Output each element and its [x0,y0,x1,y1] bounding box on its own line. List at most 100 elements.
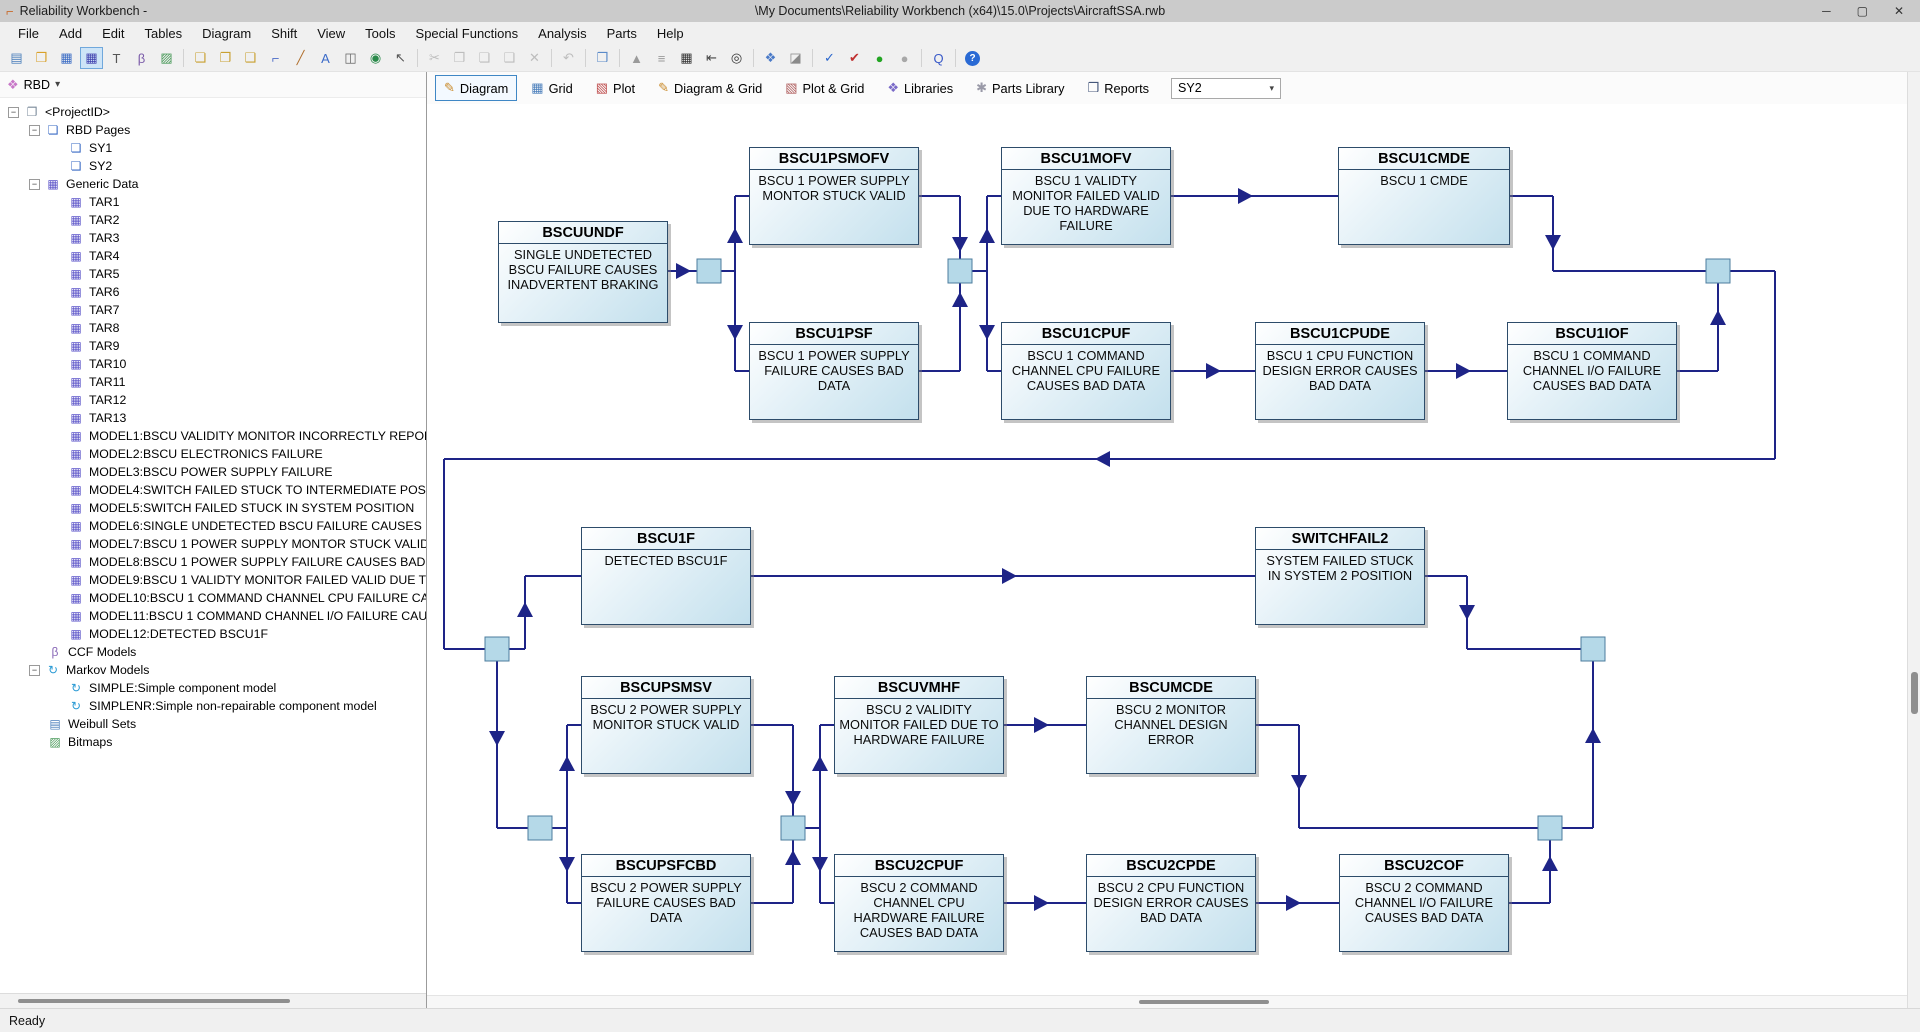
junction-node[interactable] [1538,816,1562,840]
tree-horizontal-scrollbar[interactable] [0,993,426,1008]
tree-item-bitmaps[interactable]: ▨Bitmaps [0,733,426,751]
diagram-block-bscu1cpuf[interactable]: BSCU1CPUFBSCU 1 COMMAND CHANNEL CPU FAIL… [1001,322,1171,420]
menu-item-add[interactable]: Add [49,24,92,43]
tree-item-generic-data[interactable]: −▦Generic Data [0,175,426,193]
ccf-tool-icon[interactable]: β [130,47,153,69]
tree-item-model10[interactable]: ▦MODEL10:BSCU 1 COMMAND CHANNEL CPU FAIL… [0,589,426,607]
menu-item-parts[interactable]: Parts [597,24,647,43]
diagram-block-bscu2cpuf[interactable]: BSCU2CPUFBSCU 2 COMMAND CHANNEL CPU HARD… [834,854,1004,952]
tab-grid[interactable]: ▦Grid [522,75,581,101]
menu-item-tables[interactable]: Tables [135,24,193,43]
duplicate-page-icon[interactable]: ❒ [591,47,614,69]
tree-item-tar13[interactable]: ▦TAR13 [0,409,426,427]
diagram-block-bscu1mofv[interactable]: BSCU1MOFVBSCU 1 VALIDTY MONITOR FAILED V… [1001,147,1171,245]
diagram-block-bscuundf[interactable]: BSCUUNDFSINGLE UNDETECTED BSCU FAILURE C… [498,221,668,323]
tree-item-model3[interactable]: ▦MODEL3:BSCU POWER SUPPLY FAILURE [0,463,426,481]
diagram-canvas[interactable]: BSCUUNDFSINGLE UNDETECTED BSCU FAILURE C… [427,104,1907,1008]
hyperlink-icon[interactable]: ◉ [364,47,387,69]
import-page-icon[interactable]: ❏ [189,47,212,69]
menu-item-tools[interactable]: Tools [355,24,405,43]
tree-item-tar11[interactable]: ▦TAR11 [0,373,426,391]
tree-expander[interactable]: − [29,179,40,190]
tree-item-tar3[interactable]: ▦TAR3 [0,229,426,247]
find-icon[interactable]: ◎ [725,47,748,69]
tab-parts-library[interactable]: ✱Parts Library [967,75,1073,101]
raise-icon[interactable]: ▲ [625,47,648,69]
undo-icon[interactable]: ↶ [557,47,580,69]
chevron-down-icon[interactable]: ▾ [55,79,60,90]
tree-item-tar7[interactable]: ▦TAR7 [0,301,426,319]
diagram-block-switchfail2[interactable]: SWITCHFAIL2SYSTEM FAILED STUCK IN SYSTEM… [1255,527,1425,625]
close-button[interactable]: ✕ [1894,4,1904,18]
diagram-block-bscu1f[interactable]: BSCU1FDETECTED BSCU1F [581,527,751,625]
tree-item-model12[interactable]: ▦MODEL12:DETECTED BSCU1F [0,625,426,643]
diagram-block-bscuvmhf[interactable]: BSCUVMHFBSCU 2 VALIDITY MONITOR FAILED D… [834,676,1004,774]
tree-item-model1[interactable]: ▦MODEL1:BSCU VALIDITY MONITOR INCORRECTL… [0,427,426,445]
copy-icon[interactable]: ❐ [448,47,471,69]
diagram-block-bscu1psf[interactable]: BSCU1PSFBSCU 1 POWER SUPPLY FAILURE CAUS… [749,322,919,420]
menu-item-file[interactable]: File [8,24,49,43]
tree-item-ccf-models[interactable]: βCCF Models [0,643,426,661]
tab-diagram-grid[interactable]: ✎Diagram & Grid [649,75,771,101]
diagram-block-bscupsmsv[interactable]: BSCUPSMSVBSCU 2 POWER SUPPLY MONITOR STU… [581,676,751,774]
copy-page-icon[interactable]: ❐ [214,47,237,69]
diagram-block-bscu1cpude[interactable]: BSCU1CPUDEBSCU 1 CPU FUNCTION DESIGN ERR… [1255,322,1425,420]
annotate-icon[interactable]: A [314,47,337,69]
query-icon[interactable]: Q [927,47,950,69]
block-properties-icon[interactable]: ❖ [759,47,782,69]
tree-item-model9[interactable]: ▦MODEL9:BSCU 1 VALIDTY MONITOR FAILED VA… [0,571,426,589]
diagram-block-bscu1iof[interactable]: BSCU1IOFBSCU 1 COMMAND CHANNEL I/O FAILU… [1507,322,1677,420]
diagram-block-bscupsfcbd[interactable]: BSCUPSFCBDBSCU 2 POWER SUPPLY FAILURE CA… [581,854,751,952]
tree-item-sy1[interactable]: ❏SY1 [0,139,426,157]
menu-item-analysis[interactable]: Analysis [528,24,596,43]
junction-node[interactable] [528,816,552,840]
tree-item-model11[interactable]: ▦MODEL11:BSCU 1 COMMAND CHANNEL I/O FAIL… [0,607,426,625]
tree-item-tar1[interactable]: ▦TAR1 [0,193,426,211]
diagram-horizontal-scrollbar[interactable] [427,995,1907,1008]
paste-icon[interactable]: ❏ [473,47,496,69]
menu-item-edit[interactable]: Edit [92,24,134,43]
tree-item-tar5[interactable]: ▦TAR5 [0,265,426,283]
tree-item-tar8[interactable]: ▦TAR8 [0,319,426,337]
diagram-block-bscumcde[interactable]: BSCUMCDEBSCU 2 MONITOR CHANNEL DESIGN ER… [1086,676,1256,774]
tree-mode-selector[interactable]: RBD [24,78,50,92]
align-icon[interactable]: ≡ [650,47,673,69]
junction-node[interactable] [1706,259,1730,283]
tree-item-sy2[interactable]: ❏SY2 [0,157,426,175]
tab-libraries[interactable]: ❖Libraries [878,75,962,101]
junction-node[interactable] [781,816,805,840]
tab-plot-grid[interactable]: ▧Plot & Grid [776,75,873,101]
text-tool-icon[interactable]: T [105,47,128,69]
paste-special-icon[interactable]: ❑ [498,47,521,69]
status-gray-icon[interactable]: ● [893,47,916,69]
tree-item-model8[interactable]: ▦MODEL8:BSCU 1 POWER SUPPLY FAILURE CAUS… [0,553,426,571]
save-project-icon[interactable]: ▦ [55,47,78,69]
diagram-hscrollbar-thumb[interactable] [1139,1000,1269,1004]
diagram-block-bscu1psmofv[interactable]: BSCU1PSMOFVBSCU 1 POWER SUPPLY MONTOR ST… [749,147,919,245]
menu-item-help[interactable]: Help [647,24,694,43]
tree-item-tar9[interactable]: ▦TAR9 [0,337,426,355]
pointer-tool-icon[interactable]: ↖ [389,47,412,69]
transfer-page-icon[interactable]: ❑ [239,47,262,69]
diagram-vscrollbar-thumb[interactable] [1911,672,1918,714]
tree-item-model6[interactable]: ▦MODEL6:SINGLE UNDETECTED BSCU FAILURE C… [0,517,426,535]
tree-item-simple[interactable]: ↻SIMPLE:Simple component model [0,679,426,697]
draw-connection-icon[interactable]: ╱ [289,47,312,69]
pan-icon[interactable]: ⇤ [700,47,723,69]
tree-item-model4[interactable]: ▦MODEL4:SWITCH FAILED STUCK TO INTERMEDI… [0,481,426,499]
page-selector[interactable]: SY2 ▾ [1171,78,1281,99]
tree-item-model7[interactable]: ▦MODEL7:BSCU 1 POWER SUPPLY MONTOR STUCK… [0,535,426,553]
delete-icon[interactable]: ✕ [523,47,546,69]
tree-scrollbar-thumb[interactable] [18,999,290,1003]
tree-item-weibull-sets[interactable]: ▤Weibull Sets [0,715,426,733]
tab-plot[interactable]: ▧Plot [587,75,644,101]
tab-diagram[interactable]: ✎Diagram [435,75,517,101]
tree-expander[interactable]: − [29,125,40,136]
diagram-block-bscu2cof[interactable]: BSCU2COFBSCU 2 COMMAND CHANNEL I/O FAILU… [1339,854,1509,952]
tree-item-tar12[interactable]: ▦TAR12 [0,391,426,409]
menu-item-shift[interactable]: Shift [261,24,307,43]
tab-reports[interactable]: ❒Reports [1079,75,1158,101]
tree-item-tar4[interactable]: ▦TAR4 [0,247,426,265]
tree-item-model5[interactable]: ▦MODEL5:SWITCH FAILED STUCK IN SYSTEM PO… [0,499,426,517]
junction-node[interactable] [697,259,721,283]
